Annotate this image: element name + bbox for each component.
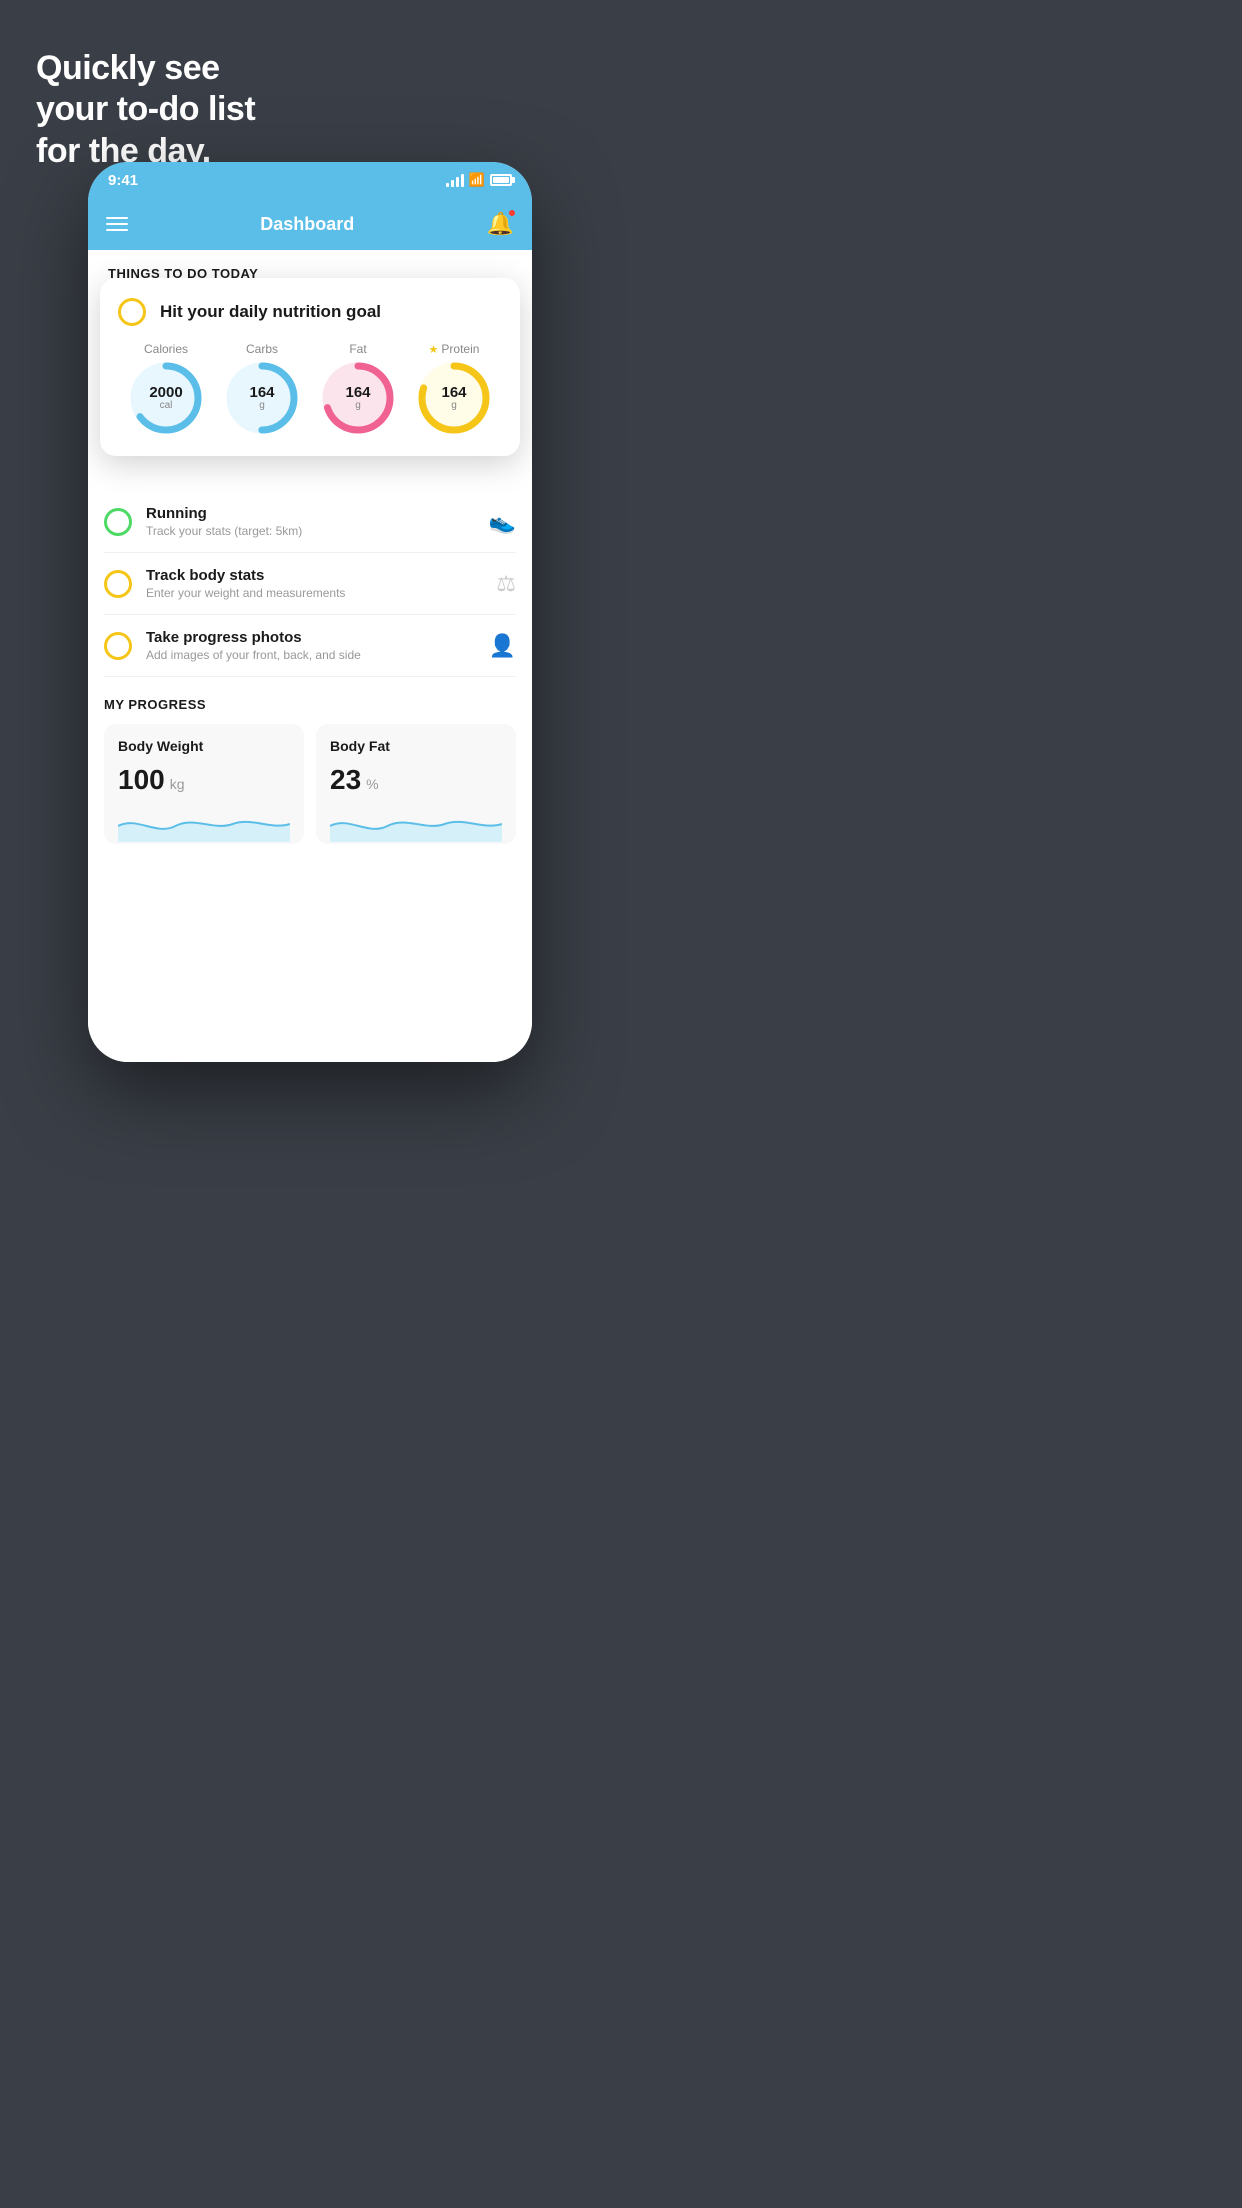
ring-value: 164 [249,385,274,400]
ring-text: 164 g [345,385,370,411]
status-icons: 📶 [446,172,512,188]
headline-line1: Quickly see [36,49,220,87]
phone-mockup: 9:41 📶 Dashboard 🔔 THINGS TO DO TODAY [88,162,532,1062]
todo-row-subtitle: Enter your weight and measurements [146,586,482,600]
nutrition-ring-protein: 164 g [418,362,490,434]
todo-row-title: Take progress photos [146,629,475,646]
nutrition-row: Calories 2000 cal Carbs 164 g Fat 164 g … [118,342,502,434]
todo-row-text: Track body stats Enter your weight and me… [146,567,482,600]
todo-row-action-icon: 👟 [489,509,516,535]
progress-unit: kg [170,776,185,792]
progress-card-value: 23 % [330,764,502,796]
ring-text: 164 g [249,385,274,411]
todo-row-text: Take progress photos Add images of your f… [146,629,475,662]
nutrition-check-circle[interactable] [118,298,146,326]
nutrition-ring-fat: 164 g [322,362,394,434]
content-area: THINGS TO DO TODAY Hit your daily nutrit… [88,250,532,1062]
notification-dot [508,209,516,217]
wifi-icon: 📶 [469,172,485,188]
todo-row-subtitle: Add images of your front, back, and side [146,648,475,662]
ring-value: 164 [345,385,370,400]
notification-bell-button[interactable]: 🔔 [487,211,514,237]
progress-section: MY PROGRESS Body Weight 100 kg Body Fat … [88,677,532,844]
ring-unit: g [441,400,466,411]
nutrition-card: Hit your daily nutrition goal Calories 2… [100,278,520,456]
progress-title: MY PROGRESS [104,697,516,712]
progress-unit: % [366,776,378,792]
nav-title: Dashboard [260,214,354,235]
progress-cards: Body Weight 100 kg Body Fat 23 % [104,724,516,844]
nutrition-card-header: Hit your daily nutrition goal [118,298,502,326]
todo-row[interactable]: Take progress photos Add images of your f… [104,615,516,677]
ring-unit: g [249,400,274,411]
nutrition-card-title: Hit your daily nutrition goal [160,302,381,322]
ring-unit: cal [149,400,182,411]
progress-wave [118,806,290,842]
todo-check-circle[interactable] [104,632,132,660]
ring-value: 164 [441,385,466,400]
todo-row-subtitle: Track your stats (target: 5km) [146,524,475,538]
status-time: 9:41 [108,172,138,189]
progress-card-title: Body Fat [330,738,502,754]
progress-card[interactable]: Body Weight 100 kg [104,724,304,844]
todo-check-circle[interactable] [104,570,132,598]
progress-card-value: 100 kg [118,764,290,796]
battery-fill [493,177,509,183]
nutrition-item-calories: Calories 2000 cal [130,342,202,434]
nutrition-item-protein: ★Protein 164 g [418,342,490,434]
ring-text: 164 g [441,385,466,411]
nutrition-ring-calories: 2000 cal [130,362,202,434]
progress-card-title: Body Weight [118,738,290,754]
nutrition-item-carbs: Carbs 164 g [226,342,298,434]
nav-bar: Dashboard 🔔 [88,198,532,250]
todo-row-title: Track body stats [146,567,482,584]
todo-row-action-icon: ⚖ [496,571,516,597]
ring-unit: g [345,400,370,411]
headline-text: Quickly see your to-do list for the day. [36,48,255,172]
star-icon: ★ [429,343,439,356]
todo-row-text: Running Track your stats (target: 5km) [146,505,475,538]
todo-row[interactable]: Running Track your stats (target: 5km) 👟 [104,491,516,553]
status-bar: 9:41 📶 [88,162,532,198]
progress-number: 100 [118,764,165,796]
todo-check-circle[interactable] [104,508,132,536]
headline-line2: your to-do list [36,90,255,128]
battery-icon [490,174,512,186]
todo-list: Running Track your stats (target: 5km) 👟 Tr… [88,491,532,677]
signal-icon [446,173,464,187]
ring-value: 2000 [149,385,182,400]
progress-number: 23 [330,764,361,796]
todo-row-action-icon: 👤 [489,633,516,659]
hamburger-menu[interactable] [106,217,128,231]
progress-wave [330,806,502,842]
progress-card[interactable]: Body Fat 23 % [316,724,516,844]
nutrition-item-fat: Fat 164 g [322,342,394,434]
nutrition-ring-carbs: 164 g [226,362,298,434]
todo-row[interactable]: Track body stats Enter your weight and me… [104,553,516,615]
ring-text: 2000 cal [149,385,182,411]
todo-row-title: Running [146,505,475,522]
